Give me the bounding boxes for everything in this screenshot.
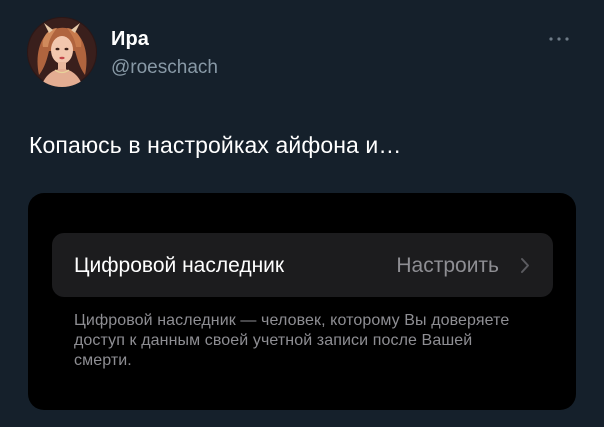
row-footer-description: Цифровой наследник — человек, которому В… <box>74 312 510 369</box>
author-name[interactable]: Ира <box>111 28 149 51</box>
more-dots-icon[interactable] <box>548 34 570 44</box>
tweet-media-image[interactable]: Цифровой наследник Настроить Цифровой на… <box>28 193 576 410</box>
avatar[interactable] <box>27 17 97 87</box>
chevron-right-icon <box>520 257 530 274</box>
tweet-text: Копаюсь в настройках айфона и… <box>29 132 402 158</box>
digital-heir-row[interactable]: Цифровой наследник Настроить <box>52 233 553 297</box>
author-handle[interactable]: @roeschach <box>111 57 218 79</box>
tweet: Ира @roeschach Копаюсь в настройках айфо… <box>0 0 604 427</box>
row-title: Цифровой наследник <box>74 254 285 277</box>
row-value: Настроить <box>396 254 499 277</box>
